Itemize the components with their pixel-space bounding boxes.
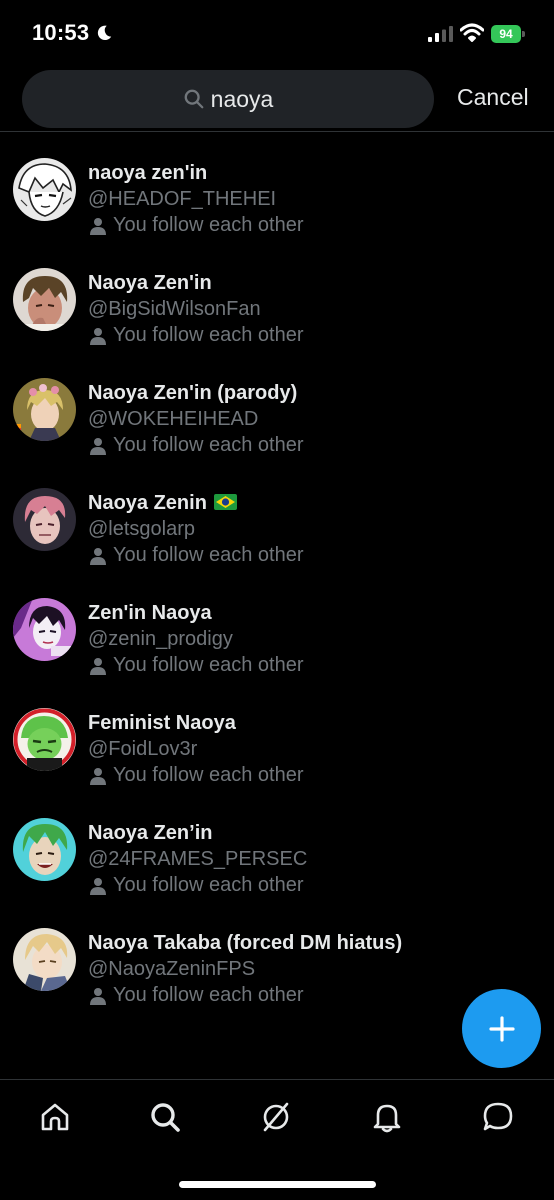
search-icon (151, 1103, 180, 1132)
follow-status-text: You follow each other (113, 214, 304, 236)
notifications-icon (373, 1104, 401, 1133)
avatar (13, 488, 76, 551)
moon-icon (97, 25, 112, 41)
result-handle: @zenin_prodigy (88, 628, 233, 650)
battery-indicator: 94 (491, 25, 525, 43)
nav-home[interactable] (38, 1100, 72, 1134)
avatar (13, 928, 76, 991)
person-icon (90, 877, 106, 895)
person-icon (90, 327, 106, 345)
person-icon (90, 987, 106, 1005)
avatar (13, 378, 76, 441)
result-display-name: Feminist Naoya (88, 712, 236, 734)
home-icon (41, 1103, 69, 1131)
home-indicator[interactable] (179, 1181, 376, 1188)
search-results-list: naoya zen'in @HEADOF_THEHEI You follow e… (0, 132, 554, 1012)
search-input[interactable]: naoya (22, 70, 434, 128)
follow-status: You follow each other (88, 874, 304, 897)
messages-icon (483, 1102, 513, 1131)
bottom-navigation (0, 1079, 554, 1200)
status-time: 10:53 (32, 20, 90, 45)
result-display-name: Naoya Zen'in (88, 272, 212, 294)
battery-cap (522, 31, 525, 37)
follow-status-text: You follow each other (113, 324, 304, 346)
nav-notifications[interactable] (370, 1100, 404, 1134)
person-icon (90, 767, 106, 785)
person-icon (90, 547, 106, 565)
nav-spaces[interactable] (259, 1100, 293, 1134)
result-handle: @HEADOF_THEHEI (88, 188, 277, 210)
result-display-name: Zen'in Naoya (88, 602, 212, 624)
wifi-icon (460, 23, 484, 42)
result-handle: @NaoyaZeninFPS (88, 958, 256, 980)
person-icon (90, 217, 106, 235)
cellular-signal-icon (428, 26, 453, 42)
follow-status: You follow each other (88, 544, 304, 567)
search-query-text: naoya (210, 85, 274, 112)
result-row[interactable]: Naoya Zen’in @24FRAMES_PERSEC You follow… (0, 792, 554, 902)
person-icon (90, 657, 106, 675)
result-row[interactable]: Naoya Zenin @letsgolarp You follow each … (0, 462, 554, 572)
follow-status: You follow each other (88, 324, 304, 347)
follow-status: You follow each other (88, 764, 304, 787)
result-row[interactable]: Feminist Naoya @FoidLov3r You follow eac… (0, 682, 554, 792)
result-display-name-text: Naoya Zenin (88, 492, 207, 514)
result-row[interactable]: Naoya Takaba (forced DM hiatus) @NaoyaZe… (0, 902, 554, 1012)
search-header: naoya Cancel (0, 66, 554, 132)
follow-status-text: You follow each other (113, 544, 304, 566)
avatar (13, 598, 76, 661)
search-input-content: naoya (22, 70, 434, 128)
follow-status: You follow each other (88, 654, 304, 677)
cancel-button[interactable]: Cancel (457, 84, 529, 111)
follow-status: You follow each other (88, 984, 304, 1007)
follow-status: You follow each other (88, 434, 304, 457)
follow-status-text: You follow each other (113, 764, 304, 786)
follow-status-text: You follow each other (113, 434, 304, 456)
spaces-icon (263, 1102, 289, 1132)
avatar (13, 818, 76, 881)
search-icon (184, 89, 204, 109)
result-handle: @WOKEHEIHEAD (88, 408, 259, 430)
result-row[interactable]: naoya zen'in @HEADOF_THEHEI You follow e… (0, 132, 554, 242)
result-row[interactable]: Naoya Zen'in @BigSidWilsonFan You follow… (0, 242, 554, 352)
avatar (13, 268, 76, 331)
result-display-name: Naoya Takaba (forced DM hiatus) (88, 932, 403, 954)
result-display-name: Naoya Zen'in (parody) (88, 382, 298, 404)
result-display-name: naoya zen'in (88, 162, 208, 184)
follow-status: You follow each other (88, 214, 304, 237)
result-handle: @BigSidWilsonFan (88, 298, 261, 320)
avatar (13, 708, 76, 771)
result-handle: @24FRAMES_PERSEC (88, 848, 308, 870)
result-handle: @letsgolarp (88, 518, 196, 540)
follow-status-text: You follow each other (113, 984, 304, 1006)
nav-messages[interactable] (481, 1100, 515, 1134)
follow-status-text: You follow each other (113, 874, 304, 896)
result-handle: @FoidLov3r (88, 738, 198, 760)
avatar (13, 158, 76, 221)
person-icon (90, 437, 106, 455)
result-display-name: Naoya Zen’in (88, 822, 213, 844)
plus-icon (488, 1015, 515, 1042)
nav-search[interactable] (148, 1100, 182, 1134)
compose-fab-button[interactable] (462, 989, 541, 1068)
result-display-name: Naoya Zenin (88, 492, 237, 515)
result-row[interactable]: Zen'in Naoya @zenin_prodigy You follow e… (0, 572, 554, 682)
brazil-flag-icon (213, 493, 237, 510)
status-bar: 10:53 94 (0, 0, 554, 66)
battery-level: 94 (491, 25, 521, 43)
result-row[interactable]: Naoya Zen'in (parody) @WOKEHEIHEAD You f… (0, 352, 554, 462)
follow-status-text: You follow each other (113, 654, 304, 676)
